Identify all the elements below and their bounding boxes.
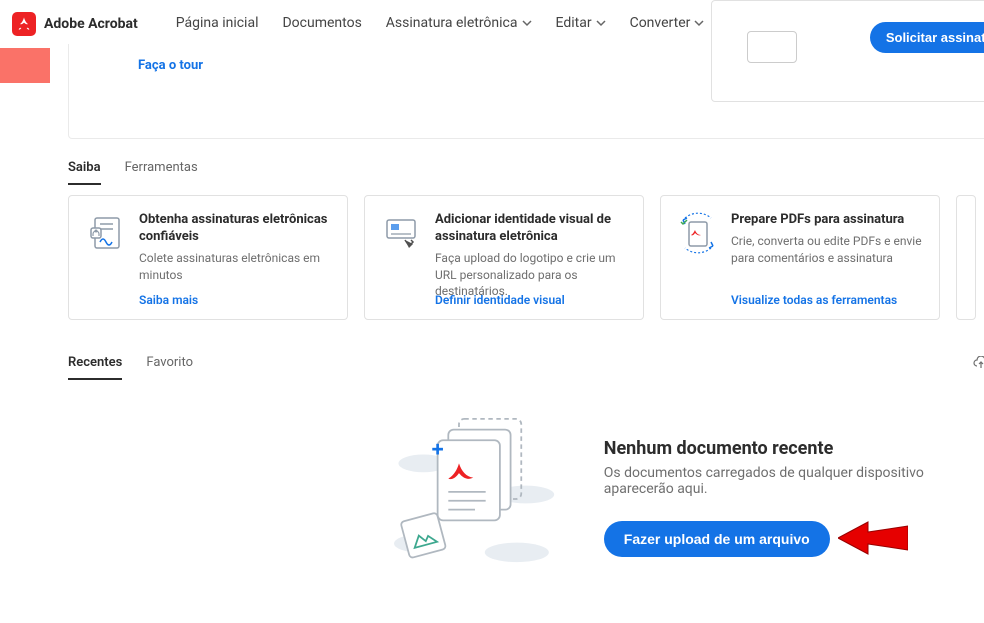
cards-row: Obtenha assinaturas eletrônicas confiáve… (68, 195, 976, 320)
card-link-learn-more[interactable]: Saiba mais (139, 293, 198, 307)
acrobat-logo-icon (12, 12, 36, 36)
empty-state: Nenhum documento recente Os documentos c… (370, 410, 984, 585)
card-esignatures[interactable]: Obtenha assinaturas eletrônicas confiáve… (68, 195, 348, 320)
nav-label: Assinatura eletrônica (386, 15, 518, 31)
tab-recents[interactable]: Recentes (68, 355, 122, 380)
nav-home[interactable]: Página inicial (176, 1, 259, 47)
request-signatures-button[interactable]: Solicitar assinaturas (870, 22, 984, 53)
card-body: Prepare PDFs para assinatura Crie, conve… (731, 212, 923, 303)
card-prepare-pdf[interactable]: Prepare PDFs para assinatura Crie, conve… (660, 195, 940, 320)
chevron-down-icon (596, 18, 606, 28)
annotation-arrow-icon (838, 518, 908, 558)
prepare-pdf-icon (677, 212, 719, 254)
recent-tabs: Recentes Favorito (68, 355, 193, 380)
card-title: Prepare PDFs para assinatura (731, 212, 923, 229)
empty-title: Nenhum documento recente (604, 438, 984, 459)
empty-illustration (370, 410, 566, 585)
promo-thumbnail (747, 31, 797, 63)
nav-edit[interactable]: Editar (556, 1, 606, 47)
signature-doc-icon (85, 212, 127, 254)
card-title: Adicionar identidade visual de assinatur… (435, 212, 627, 246)
app-name: Adobe Acrobat (44, 16, 138, 32)
empty-desc: Os documentos carregados de qualquer dis… (604, 465, 984, 497)
nav-convert[interactable]: Converter (630, 1, 705, 47)
branding-icon (381, 212, 423, 254)
chevron-down-icon (694, 18, 704, 28)
card-body: Adicionar identidade visual de assinatur… (435, 212, 627, 303)
learn-tabs: Saiba Ferramentas (68, 160, 198, 185)
nav-label: Editar (556, 15, 592, 31)
card-branding[interactable]: Adicionar identidade visual de assinatur… (364, 195, 644, 320)
nav-documents[interactable]: Documentos (282, 1, 361, 47)
nav-label: Converter (630, 15, 691, 31)
tour-link[interactable]: Faça o tour (138, 58, 203, 73)
nav-esign[interactable]: Assinatura eletrônica (386, 1, 532, 47)
nav-label: Documentos (282, 15, 361, 31)
tab-tools[interactable]: Ferramentas (125, 160, 198, 185)
card-desc: Crie, converta ou edite PDFs e envie par… (731, 233, 923, 267)
card-desc: Colete assinaturas eletrônicas em minuto… (139, 250, 331, 284)
card-link-define-branding[interactable]: Definir identidade visual (435, 293, 565, 307)
card-body: Obtenha assinaturas eletrônicas confiáve… (139, 212, 331, 303)
card-next-peek[interactable] (956, 195, 976, 320)
chevron-down-icon (522, 18, 532, 28)
card-title: Obtenha assinaturas eletrônicas confiáve… (139, 212, 331, 246)
tab-favorite[interactable]: Favorito (146, 355, 193, 380)
card-link-view-tools[interactable]: Visualize todas as ferramentas (731, 293, 897, 307)
upload-file-button[interactable]: Fazer upload de um arquivo (604, 521, 830, 557)
nav-label: Página inicial (176, 15, 259, 31)
cloud-upload-icon[interactable] (973, 356, 984, 372)
tab-learn[interactable]: Saiba (68, 160, 101, 185)
red-accent-block (0, 48, 50, 83)
empty-text: Nenhum documento recente Os documentos c… (604, 438, 984, 557)
